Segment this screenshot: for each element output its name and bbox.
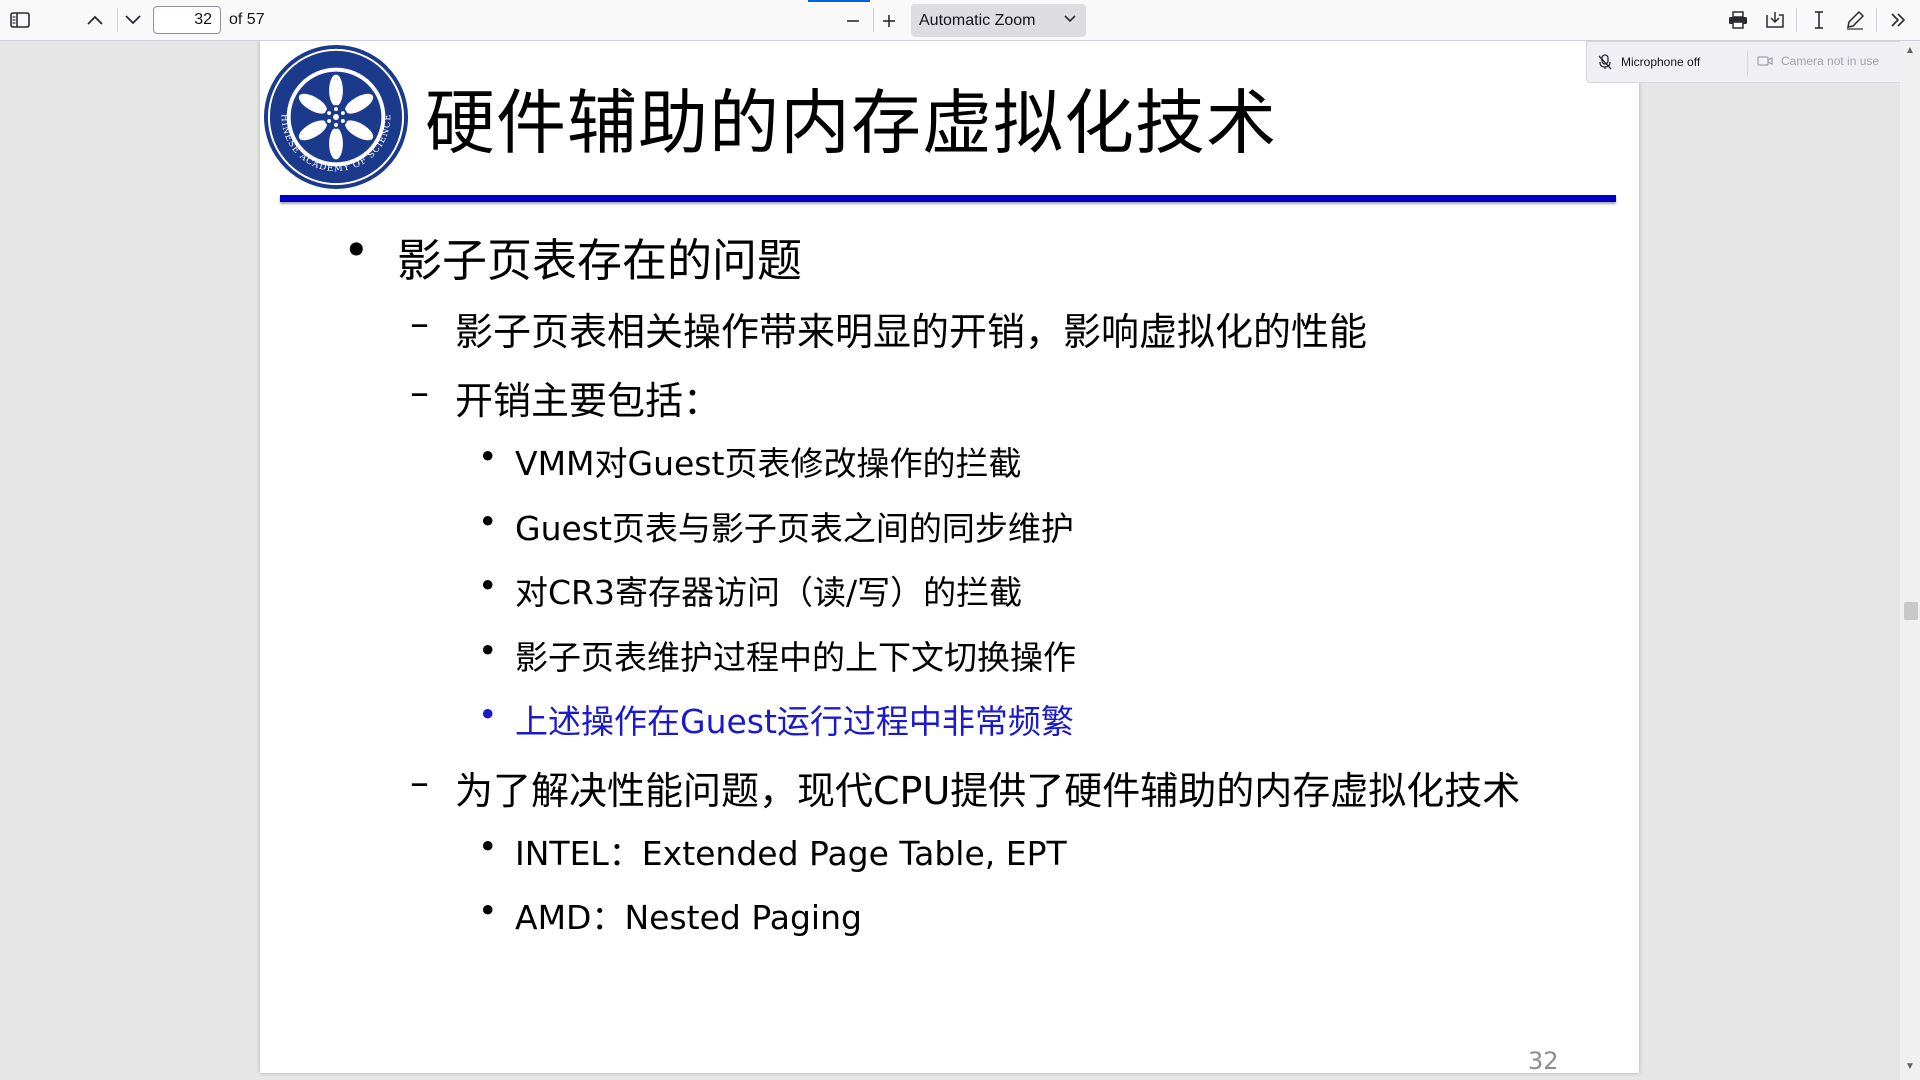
zoom-select-label: Automatic Zoom bbox=[919, 11, 1036, 29]
bullet-list: • 影子页表存在的问题 – 影子页表相关操作带来明显的开销，影响虚拟化的性能 – 开销… bbox=[260, 41, 1639, 1073]
microphone-off-icon bbox=[1598, 54, 1612, 70]
pdf-toolbar: of 57 Automatic Zoom bbox=[0, 0, 1920, 41]
chevron-down-icon bbox=[125, 15, 141, 25]
bullet-item: – 影子页表相关操作带来明显的开销，影响虚拟化的性能 bbox=[410, 301, 1368, 354]
draw-tool-button[interactable] bbox=[1840, 5, 1870, 35]
more-tools-button[interactable] bbox=[1883, 5, 1913, 35]
microphone-status[interactable]: Microphone off bbox=[1597, 54, 1700, 70]
chevron-up-icon bbox=[87, 15, 103, 25]
save-button[interactable] bbox=[1760, 5, 1790, 35]
sidebar-icon bbox=[10, 12, 30, 28]
next-page-button[interactable] bbox=[118, 5, 148, 35]
zoom-in-button[interactable] bbox=[874, 5, 904, 35]
printer-icon bbox=[1729, 11, 1747, 29]
bullet-item: – 开销主要包括： bbox=[410, 370, 722, 423]
previous-page-button[interactable] bbox=[80, 5, 110, 35]
pdf-page: CHINESE ACADEMY OF SCIENCES 硬件辅助的内存虚拟化技术… bbox=[260, 41, 1639, 1075]
plus-icon bbox=[883, 15, 895, 27]
print-button[interactable] bbox=[1723, 5, 1753, 35]
scroll-up-arrow-icon[interactable]: ▲ bbox=[1904, 45, 1916, 57]
sidebar-toggle-button[interactable] bbox=[5, 5, 35, 35]
pen-icon bbox=[1847, 10, 1865, 30]
toolbar-separator bbox=[1876, 8, 1877, 32]
download-icon bbox=[1766, 12, 1784, 28]
toolbar-separator bbox=[1796, 8, 1797, 32]
active-indicator bbox=[808, 0, 870, 2]
microphone-status-label: Microphone off bbox=[1621, 55, 1701, 69]
bullet-item: – 为了解决性能问题，现代CPU提供了硬件辅助的内存虚拟化技术 bbox=[410, 760, 1521, 813]
text-cursor-icon bbox=[1815, 11, 1823, 29]
bullet-item: • INTEL：Extended Page Table, EPT bbox=[478, 827, 1067, 873]
slide-number: 32 bbox=[1528, 1047, 1559, 1075]
bullet-item: • 影子页表存在的问题 bbox=[343, 224, 803, 287]
zoom-out-button[interactable] bbox=[838, 5, 868, 35]
double-chevron-right-icon bbox=[1891, 13, 1906, 27]
bullet-item: • 影子页表维护过程中的上下文切换操作 bbox=[478, 631, 1076, 677]
minus-icon bbox=[847, 20, 859, 22]
bullet-item: • VMM对Guest页表修改操作的拦截 bbox=[478, 437, 1022, 483]
bullet-item: • AMD：Nested Paging bbox=[478, 891, 862, 937]
page-count-label: of 57 bbox=[229, 11, 265, 28]
chevron-down-icon bbox=[1064, 15, 1076, 23]
camera-status-label: Camera not in use bbox=[1781, 54, 1880, 68]
media-sharing-indicator: Microphone off Camera not in use bbox=[1586, 41, 1906, 83]
camera-icon bbox=[1757, 56, 1773, 66]
scroll-thumb[interactable] bbox=[1904, 602, 1918, 620]
page-number-input[interactable] bbox=[153, 6, 221, 34]
media-separator bbox=[1747, 50, 1748, 76]
camera-status[interactable]: Camera not in use bbox=[1757, 54, 1879, 68]
zoom-select[interactable]: Automatic Zoom bbox=[911, 4, 1086, 37]
scroll-down-arrow-icon[interactable]: ▼ bbox=[1904, 1061, 1916, 1073]
bullet-item: • 对CR3寄存器访问（读/写）的拦截 bbox=[478, 566, 1023, 612]
vertical-scrollbar[interactable]: ▲ ▼ bbox=[1900, 41, 1920, 1080]
bullet-item: • Guest页表与影子页表之间的同步维护 bbox=[478, 502, 1074, 548]
bullet-item-highlight: • 上述操作在Guest运行过程中非常频繁 bbox=[478, 695, 1074, 741]
text-tool-button[interactable] bbox=[1804, 5, 1834, 35]
document-viewer[interactable]: CHINESE ACADEMY OF SCIENCES 硬件辅助的内存虚拟化技术… bbox=[0, 41, 1920, 1080]
